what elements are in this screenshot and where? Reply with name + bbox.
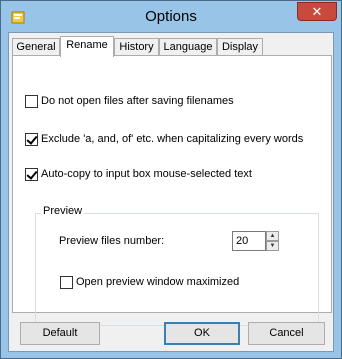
ok-button[interactable]: OK [164,322,240,345]
preview-group-title: Preview [41,205,85,217]
rename-tab-panel: Do not open files after saving filenames… [12,55,332,326]
spin-up-icon[interactable]: ▲ [266,231,279,241]
preview-maximized-label: Open preview window maximized [76,276,240,288]
option-preview-maximized[interactable]: Open preview window maximized [60,275,239,289]
do-not-open-files-checkbox[interactable] [25,94,38,108]
preview-groupbox [35,213,319,326]
default-button[interactable]: Default [20,322,100,345]
preview-files-number-input[interactable] [232,231,266,251]
close-button[interactable]: ✕ [297,2,337,21]
auto-copy-label: Auto-copy to input box mouse-selected te… [41,168,252,180]
option-exclude-words[interactable]: Exclude 'a, and, of' etc. when capitaliz… [25,132,303,146]
preview-files-number-spinner: ▲ ▼ [266,231,279,251]
option-auto-copy[interactable]: Auto-copy to input box mouse-selected te… [25,167,252,181]
auto-copy-checkbox[interactable] [25,167,38,181]
tab-strip: General Rename History Language Display [10,36,334,57]
options-window: Options ✕ General Rename History Languag… [0,0,342,359]
tab-general[interactable]: General [12,38,60,56]
preview-files-number-label: Preview files number: [59,235,165,247]
tab-rename[interactable]: Rename [60,36,114,57]
preview-maximized-checkbox[interactable] [60,275,73,289]
tab-history[interactable]: History [114,38,159,56]
title-bar[interactable]: Options ✕ [1,1,341,32]
exclude-words-label: Exclude 'a, and, of' etc. when capitaliz… [41,133,304,145]
tab-language[interactable]: Language [159,38,217,56]
exclude-words-checkbox[interactable] [25,132,38,146]
close-icon: ✕ [311,4,323,19]
cancel-button[interactable]: Cancel [248,322,325,345]
option-do-not-open-files[interactable]: Do not open files after saving filenames [25,94,234,108]
do-not-open-files-label: Do not open files after saving filenames [41,95,234,107]
dialog-client-area: General Rename History Language Display … [8,32,334,352]
window-title: Options [145,8,197,25]
tab-display[interactable]: Display [217,38,263,56]
spin-down-icon[interactable]: ▼ [266,241,279,251]
